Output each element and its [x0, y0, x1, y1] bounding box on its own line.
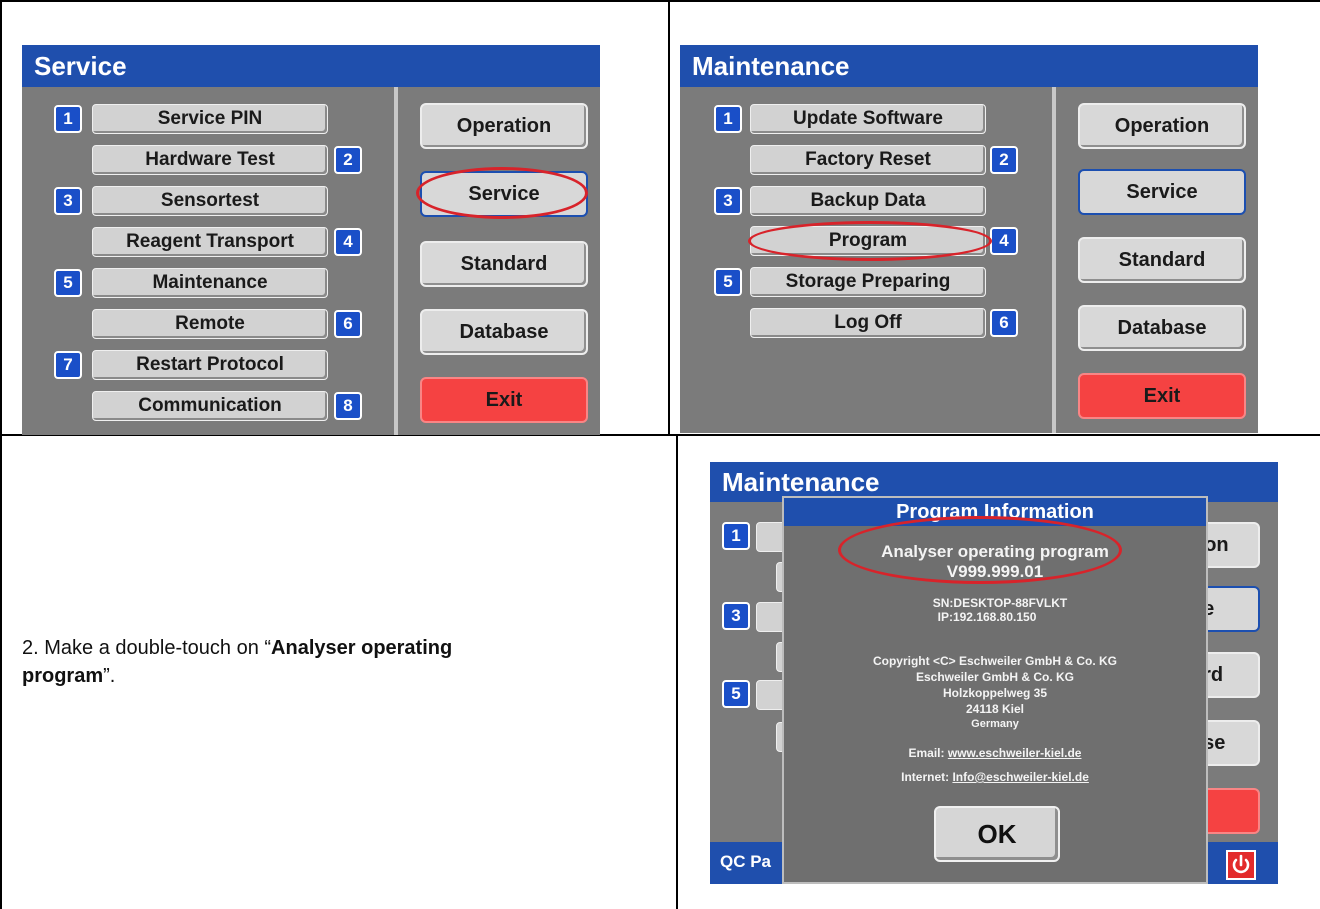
maint-badge-4[interactable]: 4 — [990, 227, 1018, 255]
program-name-highlight-oval — [838, 516, 1122, 584]
program-info-screen: Maintenance 1 3 5 tion ce ard ase t QC P… — [710, 462, 1278, 884]
maintenance-button[interactable]: Maintenance — [92, 268, 328, 298]
service-badge-4[interactable]: 4 — [334, 228, 362, 256]
country-line: Germany — [971, 718, 1019, 730]
bg-badge-1: 1 — [722, 522, 750, 550]
table-divider-vertical-top — [668, 0, 670, 436]
exit-button[interactable]: Exit — [1078, 373, 1246, 419]
standard-button[interactable]: Standard — [420, 241, 588, 287]
internet-link[interactable]: Info@eschweiler-kiel.de — [952, 770, 1088, 784]
email-link[interactable]: www.eschweiler-kiel.de — [948, 746, 1082, 760]
service-badge-8[interactable]: 8 — [334, 392, 362, 420]
operation-button[interactable]: Operation — [420, 103, 588, 149]
internet-line: Internet: Info@eschweiler-kiel.de — [784, 770, 1206, 784]
ip-address: IP:192.168.80.150 — [937, 610, 1037, 624]
city-line: 24118 Kiel — [965, 702, 1025, 716]
hardware-test-button[interactable]: Hardware Test — [92, 145, 328, 175]
service-divider — [394, 87, 398, 435]
update-software-button[interactable]: Update Software — [750, 104, 986, 134]
internet-label: Internet: — [901, 770, 950, 784]
maint-badge-5[interactable]: 5 — [714, 268, 742, 296]
maint-badge-6[interactable]: 6 — [990, 309, 1018, 337]
maintenance-screen: Maintenance 1 Update Software Factory Re… — [680, 45, 1258, 433]
maintenance-divider — [1052, 87, 1056, 433]
email-line: Email: www.eschweiler-kiel.de — [784, 746, 1206, 760]
communication-button[interactable]: Communication — [92, 391, 328, 421]
service-badge-7[interactable]: 7 — [54, 351, 82, 379]
bg-badge-5: 5 — [722, 680, 750, 708]
serial-number: SN:DESKTOP-88FVLKT — [932, 596, 1068, 610]
reagent-transport-button[interactable]: Reagent Transport — [92, 227, 328, 257]
maint-badge-3[interactable]: 3 — [714, 187, 742, 215]
service-badge-6[interactable]: 6 — [334, 310, 362, 338]
sensortest-button[interactable]: Sensortest — [92, 186, 328, 216]
service-screen: Service 1 Service PIN Hardware Test 2 3 … — [22, 45, 600, 435]
service-badge-2[interactable]: 2 — [334, 146, 362, 174]
instruction-post: ”. — [103, 665, 116, 687]
backup-data-button[interactable]: Backup Data — [750, 186, 986, 216]
power-icon[interactable] — [1226, 850, 1256, 880]
factory-reset-button[interactable]: Factory Reset — [750, 145, 986, 175]
storage-preparing-button[interactable]: Storage Preparing — [750, 267, 986, 297]
remote-button[interactable]: Remote — [92, 309, 328, 339]
maint-badge-1[interactable]: 1 — [714, 105, 742, 133]
service-title: Service — [22, 45, 600, 87]
company-line: Eschweiler GmbH & Co. KG — [915, 670, 1075, 684]
log-off-button[interactable]: Log Off — [750, 308, 986, 338]
maint-badge-2[interactable]: 2 — [990, 146, 1018, 174]
instruction-text: 2. Make a double-touch on “Analyser oper… — [22, 634, 522, 690]
ok-button[interactable]: OK — [934, 806, 1060, 862]
instruction-pre: 2. Make a double-touch on “ — [22, 637, 272, 659]
service-pin-button[interactable]: Service PIN — [92, 104, 328, 134]
standard-button[interactable]: Standard — [1078, 237, 1246, 283]
table-border-left — [0, 0, 2, 909]
exit-button[interactable]: Exit — [420, 377, 588, 423]
maintenance-title: Maintenance — [680, 45, 1258, 87]
database-button[interactable]: Database — [420, 309, 588, 355]
service-badge-5[interactable]: 5 — [54, 269, 82, 297]
table-border-top — [0, 0, 1320, 2]
street-line: Holzkoppelweg 35 — [942, 686, 1048, 700]
database-button[interactable]: Database — [1078, 305, 1246, 351]
program-highlight-oval — [748, 221, 992, 261]
copyright-line: Copyright <C> Eschweiler GmbH & Co. KG — [872, 654, 1118, 668]
service-badge-3[interactable]: 3 — [54, 187, 82, 215]
service-badge-1[interactable]: 1 — [54, 105, 82, 133]
restart-protocol-button[interactable]: Restart Protocol — [92, 350, 328, 380]
table-divider-vertical-bottom — [676, 434, 678, 909]
service-highlight-oval — [416, 167, 588, 219]
bg-badge-3: 3 — [722, 602, 750, 630]
service-button[interactable]: Service — [1078, 169, 1246, 215]
bottom-status-left: QC Pa — [720, 852, 772, 871]
email-label: Email: — [908, 746, 945, 760]
operation-button[interactable]: Operation — [1078, 103, 1246, 149]
